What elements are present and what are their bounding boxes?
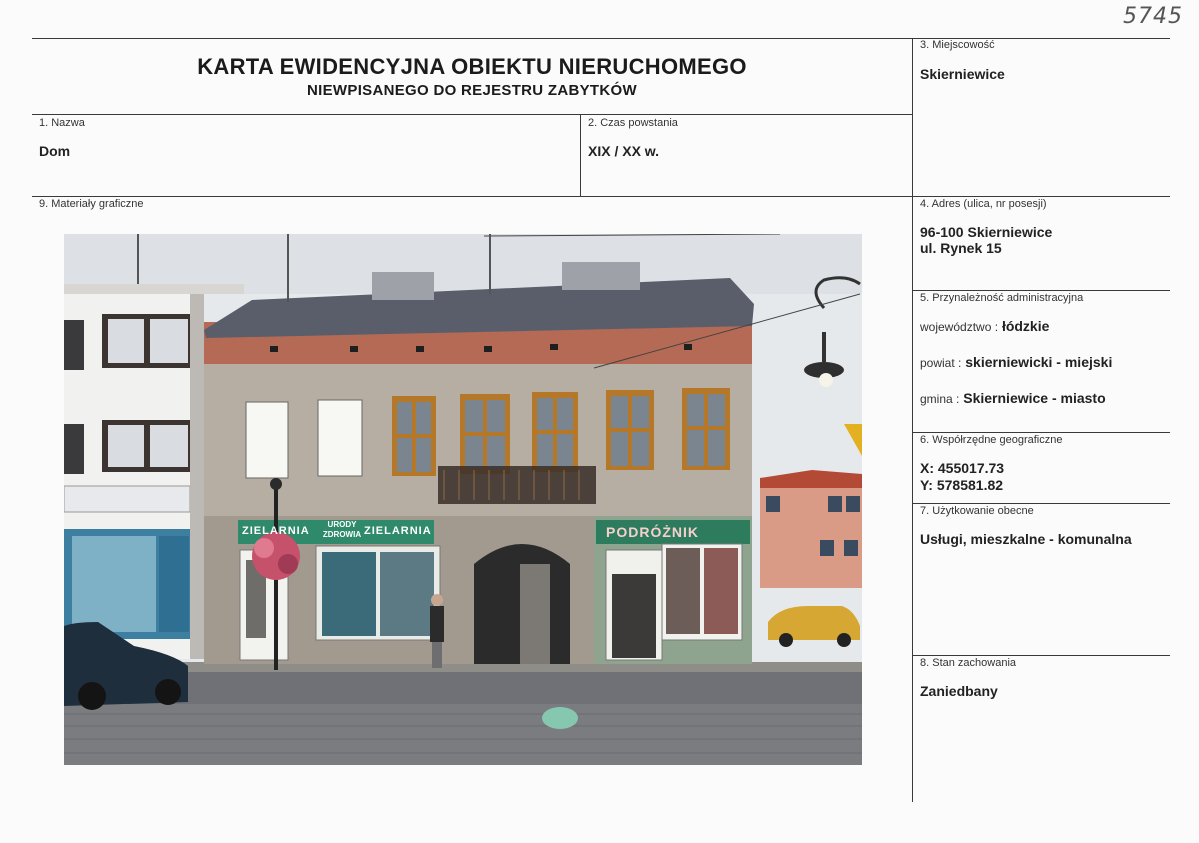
commune-value: Skierniewice - miasto bbox=[963, 390, 1106, 406]
rule-name-bottom bbox=[32, 196, 1170, 197]
county-value: skierniewicki - miejski bbox=[965, 354, 1113, 370]
name-label: 1. Nazwa bbox=[39, 117, 85, 129]
county-row: powiat : skierniewicki - miejski bbox=[920, 354, 1112, 371]
date-value: XIX / XX w. bbox=[588, 143, 660, 159]
commune-row: gmina : Skierniewice - miasto bbox=[920, 390, 1106, 407]
county-label: powiat : bbox=[920, 356, 962, 370]
condition-label: 8. Stan zachowania bbox=[920, 657, 1017, 669]
condition-value: Zaniedbany bbox=[920, 683, 998, 699]
rule-admin-bottom bbox=[912, 432, 1170, 433]
sign-beauty: URODY ZDROWIA bbox=[322, 520, 362, 539]
rule-coords-bottom bbox=[912, 503, 1170, 504]
rule-usage-bottom bbox=[912, 655, 1170, 656]
coords-label: 6. Współrzędne geograficzne bbox=[920, 434, 1063, 446]
locality-value: Skierniewice bbox=[920, 66, 1005, 82]
usage-value: Usługi, mieszkalne - komunalna bbox=[920, 531, 1132, 547]
admin-label: 5. Przynależność administracyjna bbox=[920, 292, 1084, 304]
rule-title-bottom bbox=[32, 114, 912, 115]
voivodeship-value: łódzkie bbox=[1001, 318, 1050, 334]
rule-name-divider bbox=[580, 114, 581, 196]
record-card: 5745 KARTA EWIDENCYJNA OBIEKTU NIERUCHOM… bbox=[0, 0, 1199, 843]
coord-y: Y: 578581.82 bbox=[920, 477, 1004, 493]
name-value: Dom bbox=[39, 143, 71, 159]
card-title: KARTA EWIDENCYJNA OBIEKTU NIERUCHOMEGO bbox=[197, 54, 747, 79]
address-label: 4. Adres (ulica, nr posesji) bbox=[920, 198, 1047, 210]
rule-main-divider bbox=[912, 38, 913, 802]
date-label: 2. Czas powstania bbox=[588, 117, 678, 129]
commune-label: gmina : bbox=[920, 392, 960, 406]
usage-label: 7. Użytkowanie obecne bbox=[920, 505, 1034, 517]
locality-label: 3. Miejscowość bbox=[920, 39, 995, 51]
address-line1: 96-100 Skierniewice bbox=[920, 224, 1053, 240]
graphics-label: 9. Materiały graficzne bbox=[39, 198, 144, 210]
voivodeship-row: województwo : łódzkie bbox=[920, 318, 1049, 335]
coord-x: X: 455017.73 bbox=[920, 460, 1005, 476]
voivodeship-label: województwo : bbox=[920, 320, 999, 334]
sign-travel-shop: PODRÓŻNIK bbox=[606, 524, 699, 540]
document-number: 5745 bbox=[1123, 4, 1183, 29]
sign-herbal-shop-2: ZIELARNIA bbox=[364, 525, 432, 537]
rule-address-bottom bbox=[912, 290, 1170, 291]
building-photo: ZIELARNIA URODY ZDROWIA ZIELARNIA PODRÓŻ… bbox=[64, 234, 862, 765]
sign-herbal-shop: ZIELARNIA bbox=[242, 525, 310, 537]
address-line2: ul. Rynek 15 bbox=[920, 240, 1002, 256]
card-subtitle: NIEWPISANEGO DO REJESTRU ZABYTKÓW bbox=[307, 82, 637, 99]
rule-top bbox=[32, 38, 1170, 39]
